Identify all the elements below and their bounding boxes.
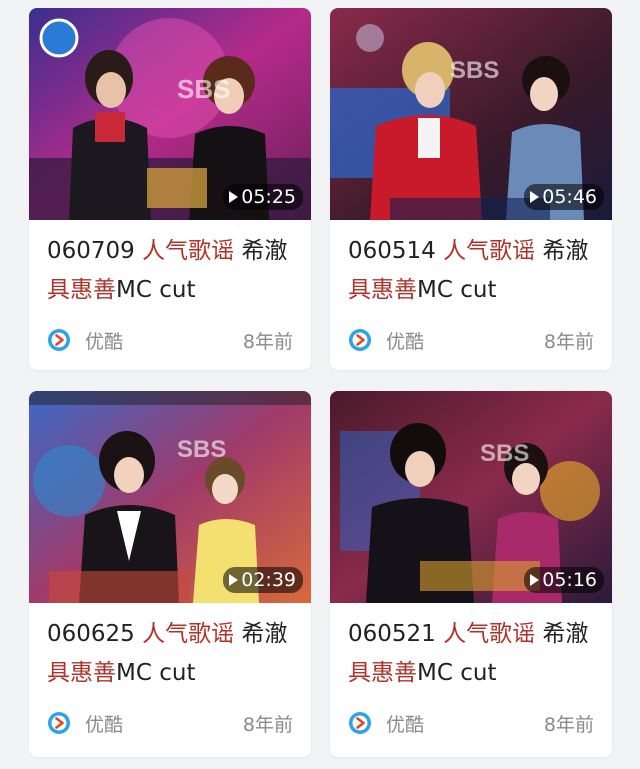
title-suffix: MC cut [417,277,497,303]
video-grid: SBS 05:25 060709 人气歌谣 希澈 具惠善MC cut 优酷 8年前 [0,0,640,769]
title-date: 060625 [47,621,135,647]
play-icon [229,191,239,203]
title-show: 人气歌谣 [443,238,536,264]
title-artist: 希澈 [542,621,589,647]
title-date: 060514 [348,238,436,264]
title-suffix: MC cut [116,277,196,303]
source-label: 优酷 [85,713,124,736]
title-date: 060709 [47,238,135,264]
title-show: 人气歌谣 [142,238,235,264]
svg-text:SBS: SBS [177,74,230,104]
video-title[interactable]: 060521 人气歌谣 希澈具惠善MC cut [330,603,612,699]
title-date: 060521 [348,621,436,647]
video-meta: 优酷 8年前 [29,316,311,364]
svg-text:SBS: SBS [177,436,226,463]
video-thumbnail[interactable]: SBS 02:39 [29,391,311,603]
video-card[interactable]: SBS 02:39 060625 人气歌谣 希澈具惠善MC cut 优酷 8年前 [29,391,311,757]
upload-age: 8年前 [242,330,293,353]
svg-text:SBS: SBS [450,57,499,84]
video-card[interactable]: SBS 05:46 060514 人气歌谣 希澈具惠善MC cut 优酷 8年前 [330,8,612,370]
source-label: 优酷 [386,713,425,736]
youku-icon [48,712,70,734]
title-host: 具惠善 [348,277,417,303]
upload-age: 8年前 [242,713,293,736]
duration-text: 02:39 [241,569,296,591]
title-suffix: MC cut [417,660,497,686]
duration-badge: 02:39 [223,567,303,593]
duration-text: 05:46 [542,186,597,208]
title-host: 具惠善 [47,660,116,686]
source-label: 优酷 [85,330,124,353]
upload-age: 8年前 [543,713,594,736]
title-host: 具惠善 [348,660,417,686]
title-host: 具惠善 [47,277,116,303]
title-artist: 希澈 [542,238,589,264]
play-icon [530,191,540,203]
video-meta: 优酷 8年前 [330,699,612,747]
video-thumbnail[interactable]: SBS 05:16 [330,391,612,603]
duration-badge: 05:25 [223,184,303,210]
video-card[interactable]: SBS 05:25 060709 人气歌谣 希澈具惠善MC cut 优酷 8年前 [29,8,311,370]
video-thumbnail[interactable]: SBS 05:25 [29,8,311,220]
duration-badge: 05:46 [524,184,604,210]
svg-text:SBS: SBS [480,440,529,467]
youku-icon [48,329,70,351]
video-title[interactable]: 060625 人气歌谣 希澈具惠善MC cut [29,603,311,699]
video-title[interactable]: 060514 人气歌谣 希澈具惠善MC cut [330,220,612,316]
title-show: 人气歌谣 [142,621,235,647]
video-meta: 优酷 8年前 [29,699,311,747]
youku-icon [349,329,371,351]
title-artist: 希澈 [241,238,288,264]
title-artist: 希澈 [241,621,288,647]
title-suffix: MC cut [116,660,196,686]
youku-icon [349,712,371,734]
upload-age: 8年前 [543,330,594,353]
title-show: 人气歌谣 [443,621,536,647]
video-meta: 优酷 8年前 [330,316,612,364]
duration-text: 05:25 [241,186,296,208]
play-icon [530,574,540,586]
video-thumbnail[interactable]: SBS 05:46 [330,8,612,220]
play-icon [229,574,239,586]
duration-text: 05:16 [542,569,597,591]
duration-badge: 05:16 [524,567,604,593]
video-title[interactable]: 060709 人气歌谣 希澈具惠善MC cut [29,220,311,316]
video-card[interactable]: SBS 05:16 060521 人气歌谣 希澈具惠善MC cut 优酷 8年前 [330,391,612,757]
source-label: 优酷 [386,330,425,353]
